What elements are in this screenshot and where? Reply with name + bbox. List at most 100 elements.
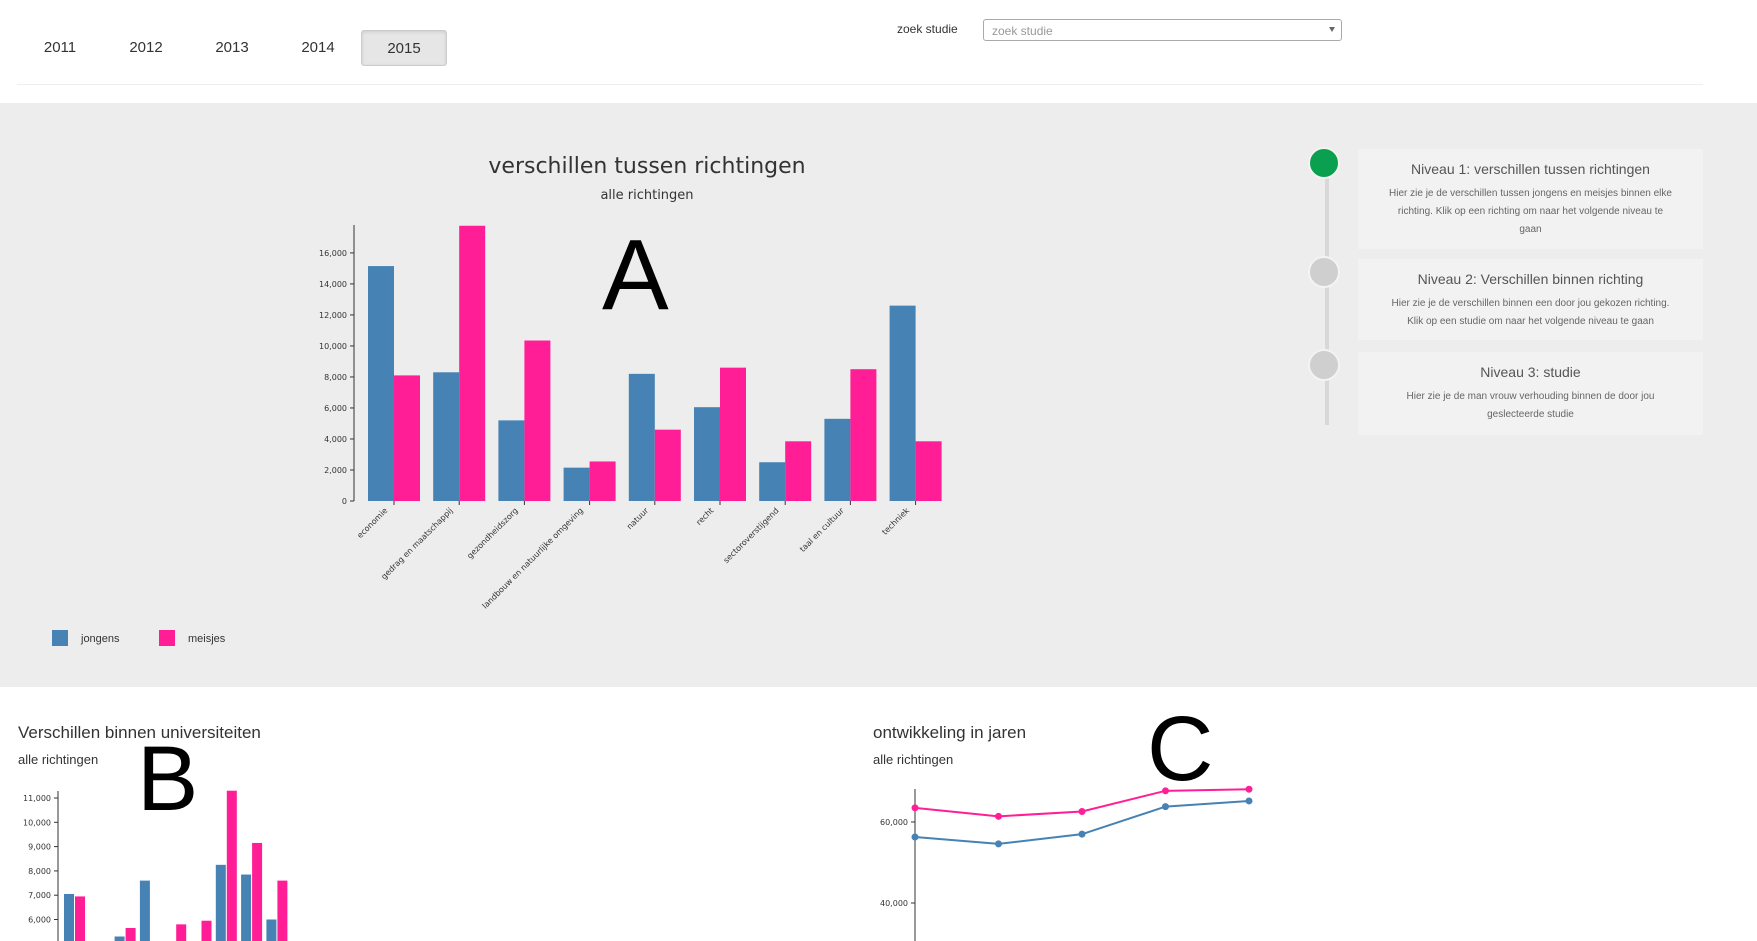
- bar-jongens: [114, 936, 125, 941]
- step-dot-2[interactable]: [1308, 256, 1340, 288]
- bar-meisjes: [252, 842, 263, 941]
- point-meisjes: [911, 804, 919, 812]
- point-meisjes: [995, 812, 1002, 820]
- chart-title: verschillen tussen richtingen: [488, 154, 805, 179]
- legend-label-jongens: jongens: [81, 633, 120, 645]
- bar-jongens: [368, 266, 394, 501]
- bar-jongens: [433, 372, 460, 501]
- point-meisjes: [1078, 807, 1086, 815]
- y-tick-label: 40,000: [880, 899, 908, 908]
- y-tick-label: 8,000: [28, 867, 51, 876]
- development-subtitle: alle richtingen: [873, 752, 954, 767]
- step-card-1[interactable]: Niveau 1: verschillen tussen richtingen …: [1358, 149, 1703, 249]
- divider: [17, 84, 1703, 85]
- search-label: zoek studie: [897, 22, 958, 36]
- bar-meisjes: [785, 441, 812, 501]
- x-tick-label: techniek: [880, 506, 911, 537]
- step-card-3[interactable]: Niveau 3: studie Hier zie je de man vrou…: [1358, 352, 1703, 435]
- step-title-1: Niveau 1: verschillen tussen richtingen: [1411, 161, 1650, 177]
- step-desc-3: Hier zie je de man vrouw verhouding binn…: [1406, 391, 1655, 420]
- y-tick-label: 16,000: [319, 249, 347, 258]
- bar-jongens: [139, 880, 150, 941]
- study-search-select[interactable]: zoek studie: [983, 19, 1342, 41]
- point-jongens: [1245, 797, 1253, 805]
- x-tick-label: taal en cultuur: [798, 506, 846, 554]
- point-jongens: [1162, 803, 1169, 811]
- legend-label-meisjes: meisjes: [188, 633, 226, 645]
- bar-jongens: [563, 467, 590, 501]
- y-tick-label: 10,000: [319, 342, 347, 351]
- x-tick-label: gezondheidszorg: [465, 506, 519, 560]
- step-dot-3[interactable]: [1308, 349, 1340, 381]
- y-tick-label: 60,000: [880, 818, 908, 827]
- bar-meisjes: [915, 441, 942, 501]
- annotation-a: A: [602, 219, 669, 331]
- bar-meisjes: [226, 790, 237, 941]
- bar-meisjes: [589, 461, 616, 501]
- x-tick-label: landbouw en natuurlijke omgeving: [481, 506, 585, 610]
- bar-jongens: [694, 407, 720, 501]
- legend-swatch-jongens: [52, 630, 68, 646]
- bar-meisjes: [394, 375, 420, 501]
- development-title: ontwikkeling in jaren: [873, 723, 1027, 742]
- bar-meisjes: [850, 369, 877, 501]
- point-jongens: [1078, 830, 1086, 838]
- year-tab-2015[interactable]: 2015: [361, 30, 447, 66]
- bar-jongens: [498, 420, 525, 501]
- chart-verschillen-richtingen: verschillen tussen richtingen alle richt…: [319, 154, 942, 611]
- y-tick-label: 7,000: [28, 891, 51, 900]
- year-tab-2012[interactable]: 2012: [103, 30, 189, 66]
- step-connector: [1325, 165, 1329, 425]
- level-steps: Niveau 1: verschillen tussen richtingen …: [1305, 147, 1703, 437]
- x-tick-label: recht: [694, 506, 715, 527]
- chevron-down-icon[interactable]: [1329, 27, 1335, 32]
- bar-jongens: [889, 305, 916, 501]
- bar-jongens: [241, 874, 252, 941]
- x-tick-label: sectoroverstijgend: [722, 506, 781, 565]
- y-tick-label: 11,000: [23, 794, 51, 803]
- bar-meisjes: [75, 896, 85, 941]
- chart-ontwikkeling-jaren: 40,000 60,000: [880, 785, 1253, 941]
- bar-jongens: [628, 373, 655, 501]
- bar-meisjes: [125, 928, 136, 941]
- x-tick-label: economie: [355, 506, 389, 540]
- top-bar: 2011 2012 2013 2014 2015 zoek studie zoe…: [0, 0, 1757, 103]
- year-tab-2014[interactable]: 2014: [275, 30, 361, 66]
- step-desc-1: Hier zie je de verschillen tussen jongen…: [1389, 188, 1672, 235]
- step-card-2[interactable]: Niveau 2: Verschillen binnen richting Hi…: [1358, 259, 1703, 340]
- bar-jongens: [215, 864, 226, 941]
- universities-subtitle: alle richtingen: [18, 752, 99, 767]
- step-dot-1[interactable]: [1308, 147, 1340, 179]
- point-jongens: [995, 840, 1002, 848]
- y-tick-label: 9,000: [28, 843, 51, 852]
- point-meisjes: [1245, 785, 1253, 793]
- bar-jongens: [266, 919, 277, 941]
- y-tick-label: 0: [342, 497, 347, 506]
- bar-jongens: [824, 418, 851, 501]
- bar-meisjes: [654, 429, 681, 501]
- annotation-c: C: [1147, 698, 1214, 800]
- bar-meisjes: [524, 340, 551, 501]
- bar-meisjes: [459, 225, 486, 502]
- y-tick-label: 6,000: [324, 404, 347, 413]
- chart-subtitle: alle richtingen: [600, 188, 693, 203]
- bar-meisjes: [201, 920, 212, 941]
- legend-swatch-meisjes: [159, 630, 175, 646]
- y-tick-label: 10,000: [23, 818, 51, 827]
- year-tab-2013[interactable]: 2013: [189, 30, 275, 66]
- bar-meisjes: [176, 924, 187, 941]
- bar-jongens: [759, 462, 786, 501]
- x-tick-label: natuur: [625, 506, 651, 532]
- point-jongens: [911, 833, 919, 841]
- step-title-3: Niveau 3: studie: [1480, 364, 1581, 380]
- y-tick-label: 4,000: [324, 435, 347, 444]
- search-placeholder: zoek studie: [992, 24, 1053, 38]
- y-tick-label: 12,000: [319, 311, 347, 320]
- year-tab-2011[interactable]: 2011: [17, 30, 103, 66]
- step-title-2: Niveau 2: Verschillen binnen richting: [1417, 271, 1644, 287]
- bar-jongens: [64, 893, 74, 941]
- y-tick-label: 6,000: [28, 916, 51, 925]
- chart-verschillen-universiteiten: 6,000 7,000 8,000 9,000 10,000 11,000: [23, 790, 288, 941]
- y-tick-label: 14,000: [319, 280, 347, 289]
- step-desc-2: Hier zie je de verschillen binnen een do…: [1391, 298, 1670, 327]
